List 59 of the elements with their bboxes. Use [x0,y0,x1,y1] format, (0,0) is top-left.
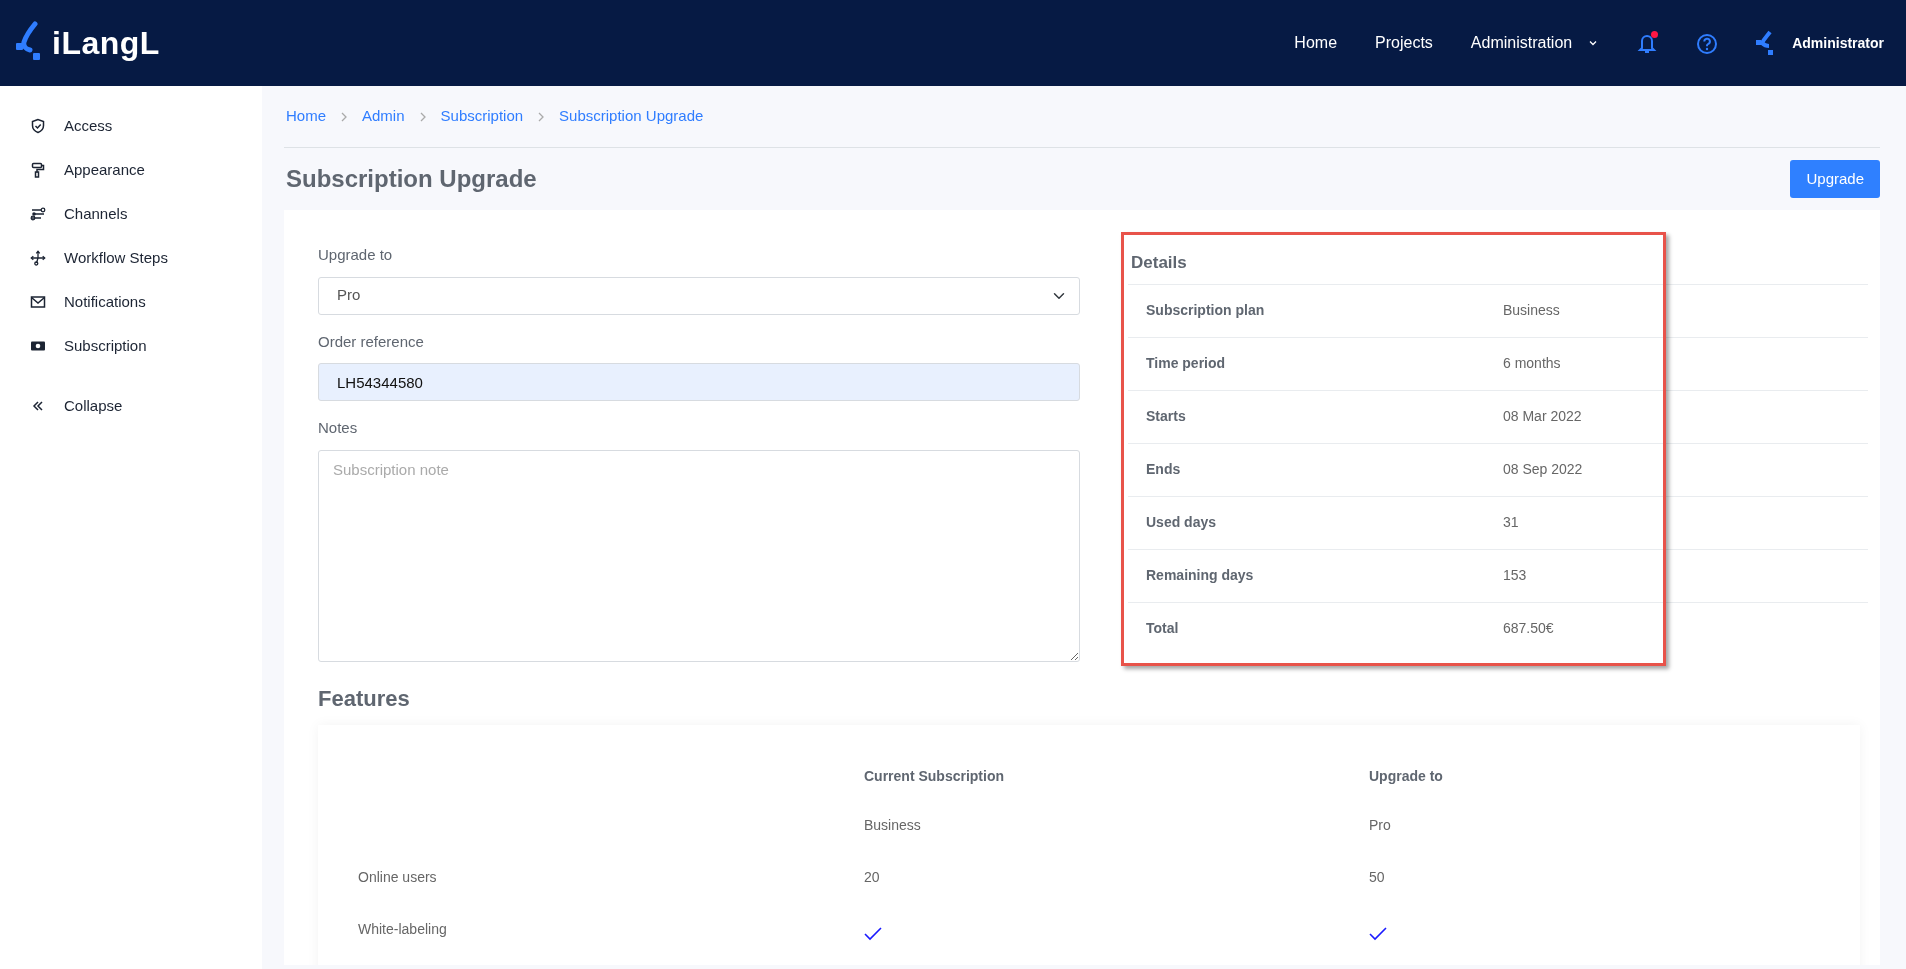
arrows-node-icon [30,250,46,266]
breadcrumb-link[interactable]: Admin [362,105,405,128]
logo-text: iLangL [52,24,160,63]
sidebar-item[interactable]: Notifications [30,280,262,324]
paint-roller-icon [30,162,46,178]
notes-field[interactable]: Subscription note [318,449,1080,662]
notifications-button[interactable] [1636,30,1659,56]
detail-label: Time period [1145,354,1227,373]
detail-label: Ends [1145,460,1182,479]
detail-label: Starts [1145,407,1187,426]
nav-link[interactable]: Projects [1375,31,1433,55]
page-title: Subscription Upgrade [286,164,537,194]
breadcrumb-link[interactable]: Subscription [440,105,524,128]
sliders-icon [30,206,46,222]
detail-value: Business [1503,301,1560,320]
sidebar-item[interactable]: Subscription [30,324,262,368]
field-label: Order reference [318,331,425,352]
help-icon [1696,32,1719,55]
chevron-right-icon [418,111,427,122]
sidebar-item[interactable]: Access [30,104,262,148]
plan-select[interactable]: Pro [318,276,1080,315]
sidebar-item[interactable]: Workflow Steps [30,236,262,280]
sidebar-item[interactable]: Channels [30,192,262,236]
breadcrumb-link[interactable]: Home [286,105,326,128]
detail-value: 6 months [1503,354,1561,373]
envelope-icon [30,294,46,310]
nav-link[interactable]: Administration [1470,31,1599,55]
detail-label: Subscription plan [1145,301,1266,320]
features-heading: Features [318,684,411,713]
detail-label: Total [1145,619,1180,638]
detail-label: Remaining days [1145,566,1255,585]
help-button[interactable] [1696,31,1719,55]
nav-link[interactable]: Home [1294,31,1338,55]
detail-value: 31 [1503,513,1519,532]
feature-label: White-labeling [358,920,447,937]
field-label: Upgrade to [318,245,394,265]
field-label: Notes [318,418,359,438]
feature-value: 20 [864,868,880,885]
detail-value: 08 Mar 2022 [1503,407,1582,426]
chevron-right-icon [537,111,546,122]
collapse-link[interactable]: Collapse [30,384,262,428]
column-header: Current Subscription [864,767,1005,786]
feature-value: 50 [1369,868,1385,885]
details-heading: Details [1130,252,1188,274]
user-menu[interactable]: Administrator [1756,30,1884,56]
feature-value: Business [864,816,921,833]
shield-check-icon [30,118,46,134]
breadcrumb-link[interactable]: Subscription Upgrade [559,105,704,128]
column-header: Upgrade to [1369,767,1443,786]
detail-value: 08 Sep 2022 [1503,460,1583,479]
feature-value: Pro [1369,816,1391,833]
order-reference-field[interactable]: LH54344580 [318,363,1080,401]
detail-value: 687.50€ [1503,619,1554,638]
feature-label: Online users [358,868,437,885]
detail-label: Used days [1145,513,1218,532]
upgrade-button[interactable]: Upgrade [1790,159,1880,199]
chevron-right-icon [340,111,348,122]
sidebar-item[interactable]: Appearance [30,148,262,192]
detail-value: 153 [1503,566,1527,585]
